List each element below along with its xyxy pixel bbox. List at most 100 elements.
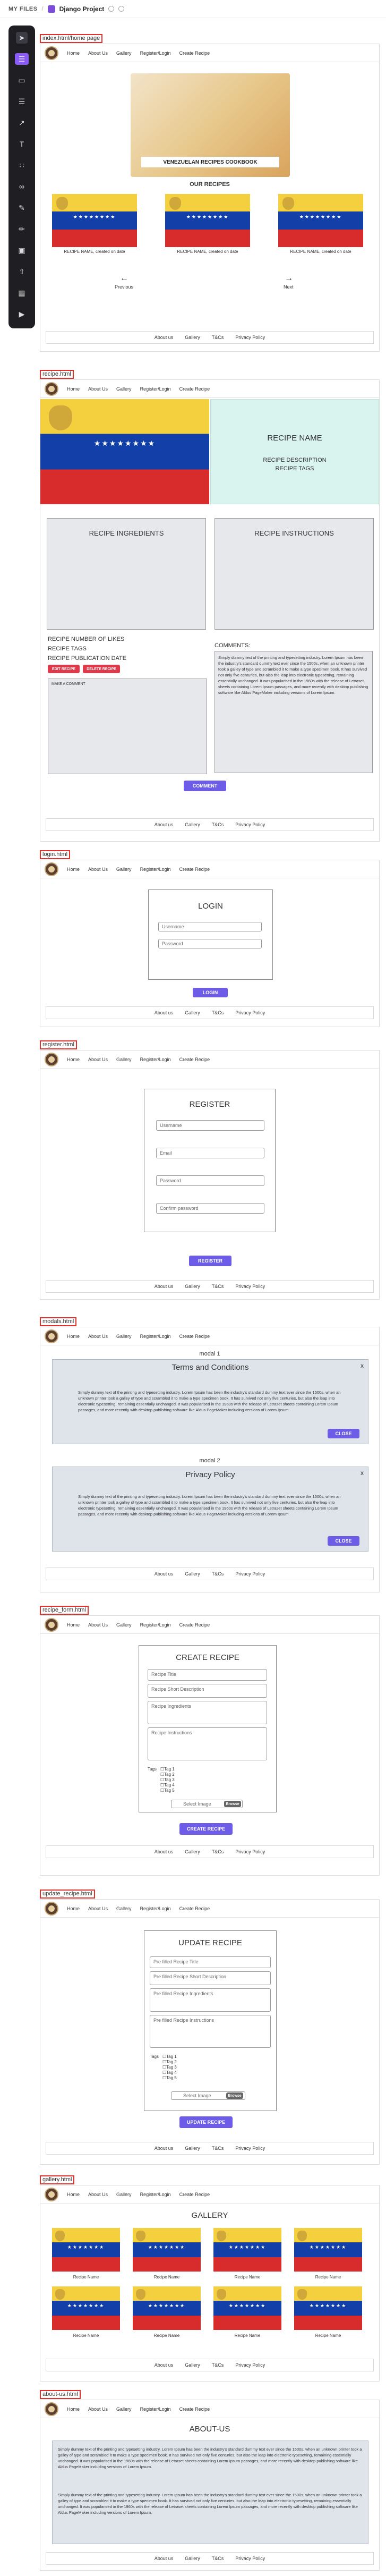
tag-checkbox[interactable]: Tag 2	[162, 2060, 194, 2065]
gallery-image[interactable]: ★★★★★★★	[52, 2228, 120, 2272]
nav-register-login[interactable]: Register/Login	[140, 386, 171, 392]
footer-tcs[interactable]: T&Cs	[212, 1010, 224, 1015]
pointer-icon[interactable]: ➤	[16, 32, 28, 44]
update-recipe-button[interactable]: UPDATE RECIPE	[179, 2116, 233, 2128]
tag-checkbox[interactable]: Tag 3	[160, 1777, 192, 1783]
footer-tcs[interactable]: T&Cs	[212, 1849, 224, 1854]
nav-about[interactable]: About Us	[88, 2192, 108, 2197]
footer-gallery[interactable]: Gallery	[185, 1284, 200, 1289]
previous-link[interactable]: Previous	[115, 284, 133, 290]
nav-register-login[interactable]: Register/Login	[140, 2192, 171, 2197]
nav-about[interactable]: About Us	[88, 1334, 108, 1339]
footer-about[interactable]: About us	[155, 1284, 174, 1289]
nav-gallery[interactable]: Gallery	[116, 50, 132, 56]
comment-button[interactable]: COMMENT	[184, 781, 226, 791]
site-logo[interactable]	[45, 1617, 58, 1632]
nav-home[interactable]: Home	[67, 867, 80, 872]
nav-home[interactable]: Home	[67, 1057, 80, 1062]
create-recipe-button[interactable]: CREATE RECIPE	[179, 1823, 233, 1835]
recipe-card-caption[interactable]: RECIPE NAME, created on date	[165, 249, 250, 254]
nav-gallery[interactable]: Gallery	[116, 386, 132, 392]
info-icon[interactable]	[108, 6, 115, 12]
footer-tcs[interactable]: T&Cs	[212, 1284, 224, 1289]
frame-icon[interactable]: ▣	[16, 244, 28, 256]
nav-home[interactable]: Home	[67, 2406, 80, 2412]
nav-create-recipe[interactable]: Create Recipe	[179, 1334, 210, 1339]
recipe-short-description-input[interactable]: Pre filled Recipe Short Description	[150, 1971, 271, 1985]
email-input[interactable]: Email	[156, 1148, 264, 1158]
comment-textarea[interactable]: MAKE A COMMENT	[48, 679, 207, 774]
site-logo[interactable]	[45, 382, 58, 396]
nav-home[interactable]: Home	[67, 1906, 80, 1911]
nav-about[interactable]: About Us	[88, 1057, 108, 1062]
project-title[interactable]: Django Project	[59, 5, 105, 13]
nav-gallery[interactable]: Gallery	[116, 1622, 132, 1628]
nav-register-login[interactable]: Register/Login	[140, 1334, 171, 1339]
nav-create-recipe[interactable]: Create Recipe	[179, 2406, 210, 2412]
settings-icon[interactable]	[118, 6, 125, 12]
site-logo[interactable]	[45, 1901, 58, 1916]
browse-button[interactable]: Browse	[226, 2092, 243, 2099]
nav-about[interactable]: About Us	[88, 867, 108, 872]
site-logo[interactable]	[45, 1052, 58, 1066]
next-link[interactable]: Next	[284, 284, 294, 290]
my-files-link[interactable]: MY FILES	[8, 6, 38, 12]
nav-about[interactable]: About Us	[88, 2406, 108, 2412]
terms-close-button[interactable]: CLOSE	[328, 1429, 359, 1438]
previous-arrow-icon[interactable]: ←	[120, 274, 128, 283]
nav-home[interactable]: Home	[67, 50, 80, 56]
nav-about[interactable]: About Us	[88, 386, 108, 392]
footer-tcs[interactable]: T&Cs	[212, 2556, 224, 2561]
site-logo[interactable]	[45, 46, 58, 60]
tag-checkbox[interactable]: Tag 2	[160, 1772, 192, 1777]
nav-gallery[interactable]: Gallery	[116, 2192, 132, 2197]
upload-icon[interactable]: ⇧	[16, 266, 28, 277]
footer-gallery[interactable]: Gallery	[185, 1571, 200, 1577]
footer-about[interactable]: About us	[155, 822, 174, 827]
recipe-instructions-input[interactable]: Recipe Instructions	[148, 1727, 267, 1760]
nav-register-login[interactable]: Register/Login	[140, 50, 171, 56]
play-icon[interactable]: ▶	[16, 308, 28, 320]
footer-privacy[interactable]: Privacy Policy	[235, 2362, 265, 2368]
gallery-image[interactable]: ★★★★★★★	[294, 2286, 362, 2330]
footer-privacy[interactable]: Privacy Policy	[235, 1571, 265, 1577]
password-input[interactable]: Password	[158, 939, 262, 948]
edit-recipe-button[interactable]: EDIT RECIPE	[48, 665, 80, 673]
footer-about[interactable]: About us	[155, 2146, 174, 2151]
nav-gallery[interactable]: Gallery	[116, 1334, 132, 1339]
site-logo[interactable]	[45, 1329, 58, 1343]
footer-privacy[interactable]: Privacy Policy	[235, 1849, 265, 1854]
nav-gallery[interactable]: Gallery	[116, 1906, 132, 1911]
recipe-ingredients-input[interactable]: Pre filled Recipe Ingredients	[150, 1988, 271, 2012]
footer-tcs[interactable]: T&Cs	[212, 822, 224, 827]
privacy-close-button[interactable]: CLOSE	[328, 1536, 359, 1546]
register-button[interactable]: REGISTER	[189, 1256, 231, 1266]
footer-tcs[interactable]: T&Cs	[212, 1571, 224, 1577]
nav-create-recipe[interactable]: Create Recipe	[179, 867, 210, 872]
footer-about[interactable]: About us	[155, 2362, 174, 2368]
footer-gallery[interactable]: Gallery	[185, 1010, 200, 1015]
footer-about[interactable]: About us	[155, 335, 174, 340]
footer-privacy[interactable]: Privacy Policy	[235, 822, 265, 827]
nav-register-login[interactable]: Register/Login	[140, 1906, 171, 1911]
footer-tcs[interactable]: T&Cs	[212, 335, 224, 340]
list-icon[interactable]: ☰	[16, 96, 28, 107]
site-logo[interactable]	[45, 862, 58, 876]
tag-checkbox[interactable]: Tag 4	[160, 1783, 192, 1788]
nav-create-recipe[interactable]: Create Recipe	[179, 1906, 210, 1911]
nav-create-recipe[interactable]: Create Recipe	[179, 2192, 210, 2197]
stack-icon[interactable]: ▦	[16, 287, 28, 299]
footer-gallery[interactable]: Gallery	[185, 2556, 200, 2561]
login-button[interactable]: LOGIN	[193, 988, 228, 997]
footer-about[interactable]: About us	[155, 1849, 174, 1854]
footer-gallery[interactable]: Gallery	[185, 2362, 200, 2368]
recipe-card-image[interactable]: ★★★★★★★★	[52, 194, 137, 247]
site-logo[interactable]	[45, 2402, 58, 2416]
password-input[interactable]: Password	[156, 1175, 264, 1186]
nav-create-recipe[interactable]: Create Recipe	[179, 386, 210, 392]
arrow-icon[interactable]: ↗	[16, 117, 28, 129]
tag-checkbox[interactable]: Tag 5	[162, 2075, 194, 2081]
footer-tcs[interactable]: T&Cs	[212, 2146, 224, 2151]
nav-register-login[interactable]: Register/Login	[140, 1622, 171, 1628]
nav-home[interactable]: Home	[67, 386, 80, 392]
